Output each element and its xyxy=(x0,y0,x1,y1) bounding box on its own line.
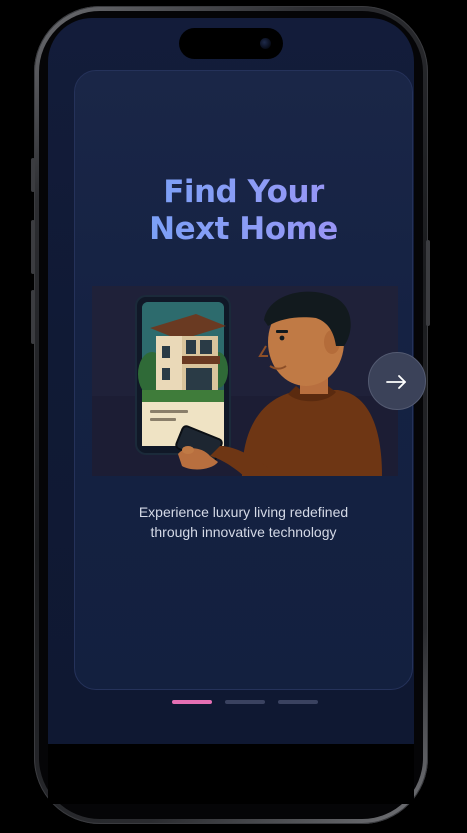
bottom-bezel xyxy=(48,744,414,804)
pagination-dot-2[interactable] xyxy=(225,700,265,704)
volume-down-button xyxy=(31,290,35,344)
pagination-dot-3[interactable] xyxy=(278,700,318,704)
subtitle-line-1: Experience luxury living redefined xyxy=(138,504,349,520)
pagination-dots xyxy=(0,700,467,706)
subtitle-line-2: through innovative technology xyxy=(150,524,337,540)
camera-icon xyxy=(260,38,271,49)
arrow-right-icon xyxy=(386,375,406,389)
title-line-2: Next Home xyxy=(74,211,413,248)
action-button xyxy=(31,158,35,192)
volume-up-button xyxy=(31,220,35,274)
pagination-dot-1-active[interactable] xyxy=(172,700,212,704)
dynamic-island xyxy=(179,28,283,59)
subtitle-text: Experience luxury living redefined throu… xyxy=(74,502,413,542)
person-with-phone-house-illustration xyxy=(92,286,398,476)
title-line-1: Find Your xyxy=(74,174,413,211)
power-button xyxy=(426,240,430,326)
next-button[interactable] xyxy=(368,352,426,410)
illustration-svg xyxy=(92,286,398,476)
page-title: Find Your Next Home xyxy=(74,174,413,248)
